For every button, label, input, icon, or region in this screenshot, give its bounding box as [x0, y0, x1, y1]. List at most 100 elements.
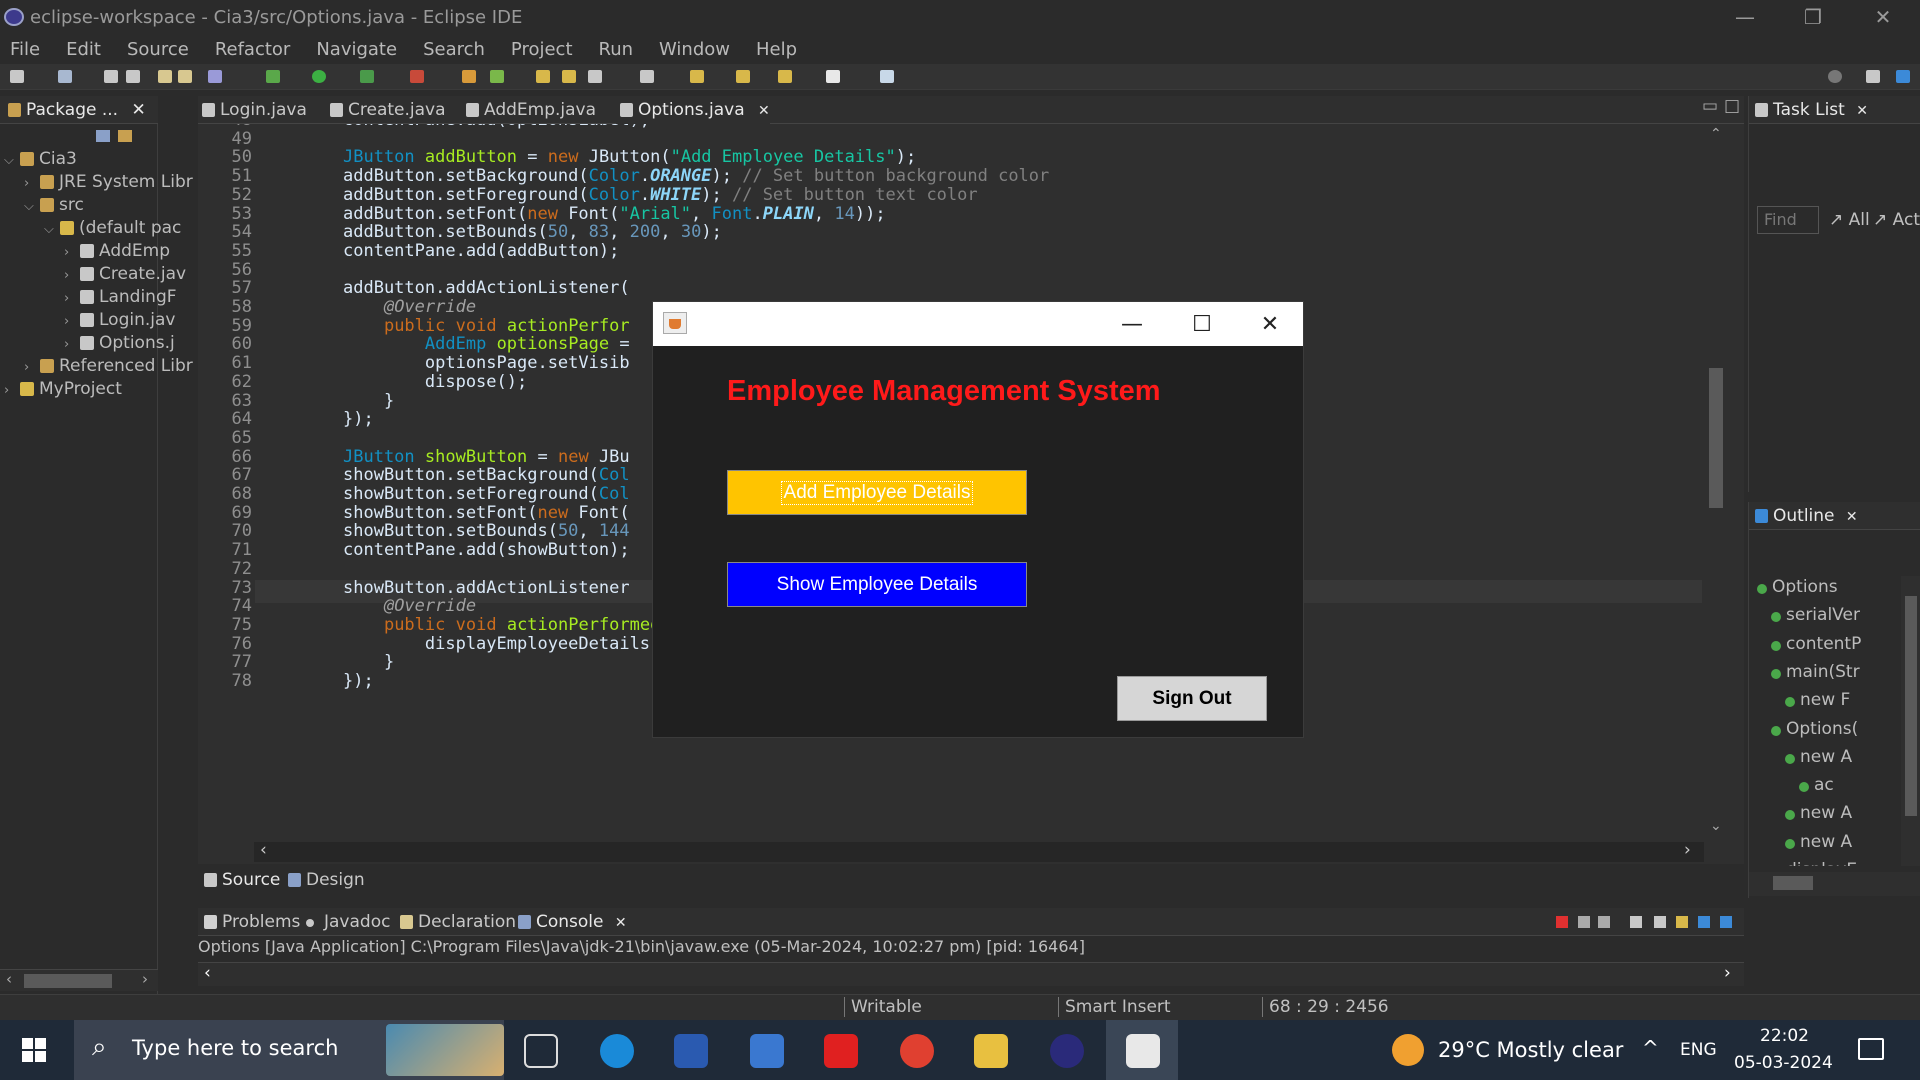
minimize-editor-icon[interactable]: ▭: [1702, 96, 1718, 116]
scroll-lock-icon[interactable]: [1630, 916, 1642, 928]
outline-item[interactable]: new A: [1785, 746, 1852, 769]
scrollbar-thumb[interactable]: [24, 974, 112, 988]
swing-maximize-button[interactable]: ☐: [1167, 302, 1237, 346]
swing-close-button[interactable]: ✕: [1235, 302, 1305, 346]
tree-item[interactable]: › Referenced Libr: [24, 355, 193, 378]
scrollbar-thumb[interactable]: [1709, 368, 1723, 508]
external-tools-icon[interactable]: [410, 70, 424, 83]
outline-horizontal-scrollbar[interactable]: [1749, 872, 1920, 896]
tree-item[interactable]: › LandingF: [64, 286, 177, 309]
close-tab-icon[interactable]: ✕: [1846, 509, 1858, 525]
tab-problems[interactable]: Problems: [200, 908, 300, 936]
editor-horizontal-scrollbar[interactable]: ‹ ›: [254, 840, 1704, 862]
menu-source[interactable]: Source: [127, 39, 189, 60]
youtube-icon[interactable]: [824, 1034, 858, 1068]
pin-console-icon[interactable]: [1676, 916, 1688, 928]
expand-arrow-icon[interactable]: ⌵: [44, 218, 60, 241]
outline-item[interactable]: new A: [1785, 802, 1852, 825]
outline-item[interactable]: serialVer: [1771, 604, 1860, 627]
swing-minimize-button[interactable]: —: [1097, 302, 1167, 346]
debug-icon[interactable]: [266, 70, 280, 83]
save-all-icon[interactable]: [126, 70, 140, 83]
expand-arrow-icon[interactable]: ›: [64, 241, 80, 264]
run-icon[interactable]: [312, 70, 326, 83]
expand-arrow-icon[interactable]: ›: [64, 287, 80, 310]
taskbar-search-box[interactable]: ⌕ Type here to search: [74, 1020, 504, 1080]
outline-item[interactable]: new A: [1785, 831, 1852, 854]
language-indicator[interactable]: ENG: [1680, 1040, 1717, 1060]
console-horizontal-scrollbar[interactable]: ‹ ›: [198, 962, 1744, 986]
new-package-icon[interactable]: [490, 70, 504, 83]
expand-arrow-icon[interactable]: ⌵: [24, 195, 40, 218]
microsoft-store-icon[interactable]: [674, 1034, 708, 1068]
back-nav-icon[interactable]: [778, 70, 792, 83]
back-icon[interactable]: [736, 70, 750, 83]
expand-arrow-icon[interactable]: ⌵: [4, 149, 20, 172]
close-tab-icon[interactable]: ✕: [615, 915, 627, 931]
tree-item[interactable]: › Login.jav: [64, 309, 175, 332]
search-tool-icon[interactable]: [588, 70, 602, 83]
new-project-icon[interactable]: [58, 70, 72, 83]
tab-task-list[interactable]: Task List ✕: [1751, 96, 1868, 124]
expand-arrow-icon[interactable]: ›: [64, 264, 80, 287]
new-icon[interactable]: [10, 70, 24, 83]
outline-item[interactable]: main(Str: [1771, 661, 1860, 684]
close-button[interactable]: ✕: [1854, 0, 1912, 34]
menu-search[interactable]: Search: [423, 39, 485, 60]
search-quick-access-icon[interactable]: [1828, 70, 1842, 83]
remove-all-icon[interactable]: [1598, 916, 1610, 928]
menu-help[interactable]: Help: [756, 39, 797, 60]
word-wrap-icon[interactable]: [1654, 916, 1666, 928]
tab-design[interactable]: Design: [284, 866, 365, 894]
terminate-icon[interactable]: [1556, 916, 1568, 928]
outline-vertical-scrollbar[interactable]: [1901, 576, 1920, 866]
java-app-taskbar-slot[interactable]: [1106, 1020, 1178, 1080]
open-console-icon[interactable]: [1720, 916, 1732, 928]
clock-time[interactable]: 22:02: [1760, 1026, 1809, 1046]
tree-item[interactable]: › Create.jav: [64, 263, 186, 286]
close-tab-icon[interactable]: ✕: [758, 103, 770, 119]
menu-file[interactable]: File: [10, 39, 40, 60]
menu-window[interactable]: Window: [659, 39, 730, 60]
menu-edit[interactable]: Edit: [66, 39, 101, 60]
link-editor-icon[interactable]: [118, 130, 132, 142]
outline-item[interactable]: new F: [1785, 689, 1850, 712]
outline-item[interactable]: contentP: [1771, 633, 1861, 656]
expand-arrow-icon[interactable]: ›: [64, 333, 80, 356]
scroll-right-icon[interactable]: ›: [142, 970, 148, 988]
filter-activate-link[interactable]: ↗ Act: [1873, 210, 1920, 230]
close-icon[interactable]: ✕: [132, 100, 146, 120]
menu-run[interactable]: Run: [599, 39, 634, 60]
editor-vertical-scrollbar[interactable]: ⌃ ⌄: [1704, 124, 1728, 840]
maximize-editor-icon[interactable]: □: [1724, 96, 1740, 116]
open-perspective-icon[interactable]: [1866, 70, 1880, 83]
tab-options-java[interactable]: Options.java ✕: [616, 96, 770, 124]
minimize-button[interactable]: —: [1716, 0, 1774, 34]
show-employee-button[interactable]: Show Employee Details: [727, 562, 1027, 607]
scroll-right-icon[interactable]: ›: [1724, 963, 1731, 983]
tree-item[interactable]: › MyProject: [4, 378, 122, 401]
chevron-up-icon[interactable]: ^: [1642, 1036, 1659, 1060]
mail-icon[interactable]: [750, 1034, 784, 1068]
expand-arrow-icon[interactable]: ›: [24, 356, 40, 379]
tree-item[interactable]: › JRE System Libr: [24, 171, 193, 194]
tree-item[interactable]: ⌵ (default pac: [44, 217, 181, 240]
open-task-icon[interactable]: [562, 70, 576, 83]
expand-arrow-icon[interactable]: ›: [64, 310, 80, 333]
tree-item[interactable]: ⌵ src: [24, 194, 84, 217]
java-perspective-icon[interactable]: [1896, 70, 1910, 83]
find-input[interactable]: Find: [1757, 206, 1819, 234]
outline-item[interactable]: ac: [1799, 774, 1834, 797]
edge-browser-icon[interactable]: [600, 1034, 634, 1068]
tree-item[interactable]: › Options.j: [64, 332, 175, 355]
task-view-icon[interactable]: [524, 1034, 558, 1068]
scroll-right-icon[interactable]: ›: [1684, 840, 1691, 860]
pin-editor-icon[interactable]: [880, 70, 894, 83]
outline-item[interactable]: displayE: [1771, 859, 1857, 866]
add-employee-button[interactable]: Add Employee Details: [727, 470, 1027, 515]
expand-arrow-icon[interactable]: ›: [4, 379, 20, 402]
tab-declaration[interactable]: Declaration: [396, 908, 516, 936]
tree-item[interactable]: ⌵ Cia3: [4, 148, 77, 171]
scrollbar-thumb[interactable]: [1773, 876, 1813, 890]
collapse-all-icon[interactable]: [96, 130, 110, 142]
